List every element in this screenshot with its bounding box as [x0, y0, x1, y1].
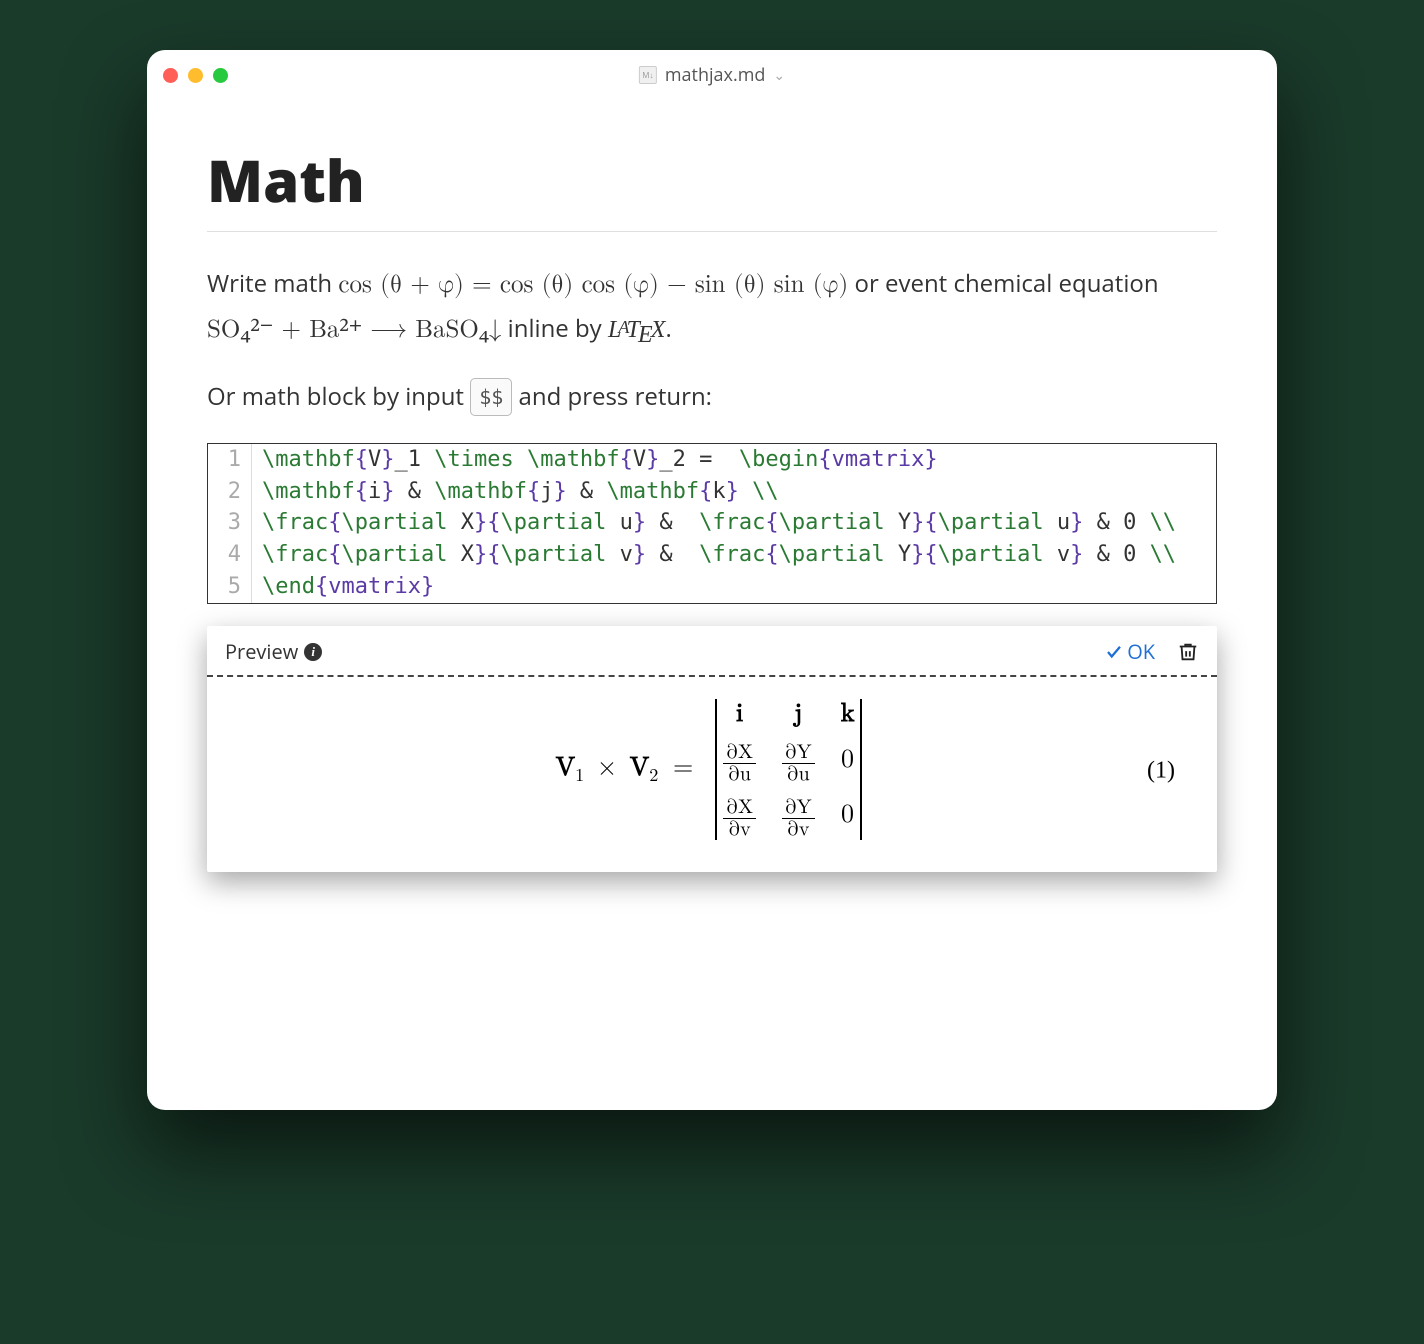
dashed-divider	[207, 675, 1217, 677]
code-line[interactable]: 4\frac{\partial X}{\partial v} & \frac{\…	[208, 539, 1216, 571]
matrix-cell: ∂Y∂u	[782, 736, 815, 785]
latex-logo: LATEX	[608, 317, 666, 343]
ok-label: OK	[1127, 638, 1155, 665]
code-line[interactable]: 5\end{vmatrix}	[208, 571, 1216, 603]
title-filename-group[interactable]: M↓ mathjax.md ⌄	[639, 63, 785, 87]
determinant-matrix: ijk ∂X∂u ∂Y∂u 0 ∂X∂v ∂Y∂v 0	[709, 699, 868, 840]
rendered-equation: V1 × V2 = ijk ∂X∂u ∂Y∂u 0 ∂X∂v ∂Y∂v 0 (1)	[225, 695, 1199, 846]
code-text[interactable]: \frac{\partial X}{\partial u} & \frac{\p…	[252, 507, 1176, 539]
titlebar: M↓ mathjax.md ⌄	[147, 50, 1277, 100]
inline-math-1: cos (θ + φ) = cos (θ) cos (φ) − sin (θ) …	[338, 272, 848, 297]
latex-code-editor[interactable]: 1\mathbf{V}_1 \times \mathbf{V}_2 = \beg…	[207, 443, 1217, 604]
paragraph-2: Or math block by input $$ and press retu…	[207, 375, 1217, 418]
equation-number: (1)	[1147, 757, 1175, 784]
window-controls	[163, 68, 228, 83]
text: and press return:	[519, 380, 712, 413]
line-number: 3	[218, 507, 252, 539]
code-line[interactable]: 2\mathbf{i} & \mathbf{j} & \mathbf{k} \\	[208, 476, 1216, 508]
trash-icon[interactable]	[1177, 641, 1199, 663]
page-title: Math	[207, 140, 1217, 219]
matrix-cell: ∂X∂u	[723, 736, 756, 785]
code-line[interactable]: 1\mathbf{V}_1 \times \mathbf{V}_2 = \beg…	[208, 444, 1216, 476]
code-text[interactable]: \end{vmatrix}	[252, 571, 434, 603]
preview-label: Preview	[225, 638, 298, 665]
preview-header: Preview i OK	[225, 638, 1199, 665]
text: Or math block by input	[207, 380, 470, 413]
matrix-header: i	[723, 699, 756, 730]
equation-lhs: V1 × V2 =	[556, 753, 700, 787]
close-icon[interactable]	[163, 68, 178, 83]
text: .	[665, 312, 671, 345]
markdown-file-icon: M↓	[639, 66, 657, 84]
kbd-dollars: $$	[470, 378, 512, 416]
math-preview-panel: Preview i OK V1 × V2	[207, 626, 1217, 872]
ok-button[interactable]: OK	[1105, 638, 1155, 665]
minimize-icon[interactable]	[188, 68, 203, 83]
matrix-header: j	[782, 699, 815, 730]
code-text[interactable]: \mathbf{i} & \mathbf{j} & \mathbf{k} \\	[252, 476, 779, 508]
code-line[interactable]: 3\frac{\partial X}{\partial u} & \frac{\…	[208, 507, 1216, 539]
code-text[interactable]: \frac{\partial X}{\partial v} & \frac{\p…	[252, 539, 1176, 571]
line-number: 2	[218, 476, 252, 508]
matrix-cell: 0	[841, 800, 855, 831]
app-window: M↓ mathjax.md ⌄ Math Write math cos (θ +…	[147, 50, 1277, 1110]
inline-math-2: SO₄²⁻ + Ba²⁺ ⟶ BaSO₄↓	[207, 317, 501, 342]
maximize-icon[interactable]	[213, 68, 228, 83]
matrix-header: k	[841, 699, 855, 730]
text: or event chemical equation	[855, 267, 1159, 300]
line-number: 4	[218, 539, 252, 571]
divider	[207, 231, 1217, 232]
info-icon[interactable]: i	[304, 643, 322, 661]
filename-label: mathjax.md	[665, 63, 766, 87]
code-text[interactable]: \mathbf{V}_1 \times \mathbf{V}_2 = \begi…	[252, 444, 938, 476]
paragraph-1: Write math cos (θ + φ) = cos (θ) cos (φ)…	[207, 262, 1217, 357]
chevron-down-icon[interactable]: ⌄	[773, 66, 785, 85]
document-content[interactable]: Math Write math cos (θ + φ) = cos (θ) co…	[147, 100, 1277, 912]
matrix-cell: ∂X∂v	[723, 791, 756, 840]
check-icon	[1105, 643, 1123, 661]
matrix-cell: ∂Y∂v	[782, 791, 815, 840]
text: Write math	[207, 267, 338, 300]
text: inline by	[508, 312, 608, 345]
line-number: 1	[218, 444, 252, 476]
matrix-cell: 0	[841, 745, 855, 776]
line-number: 5	[218, 571, 252, 603]
